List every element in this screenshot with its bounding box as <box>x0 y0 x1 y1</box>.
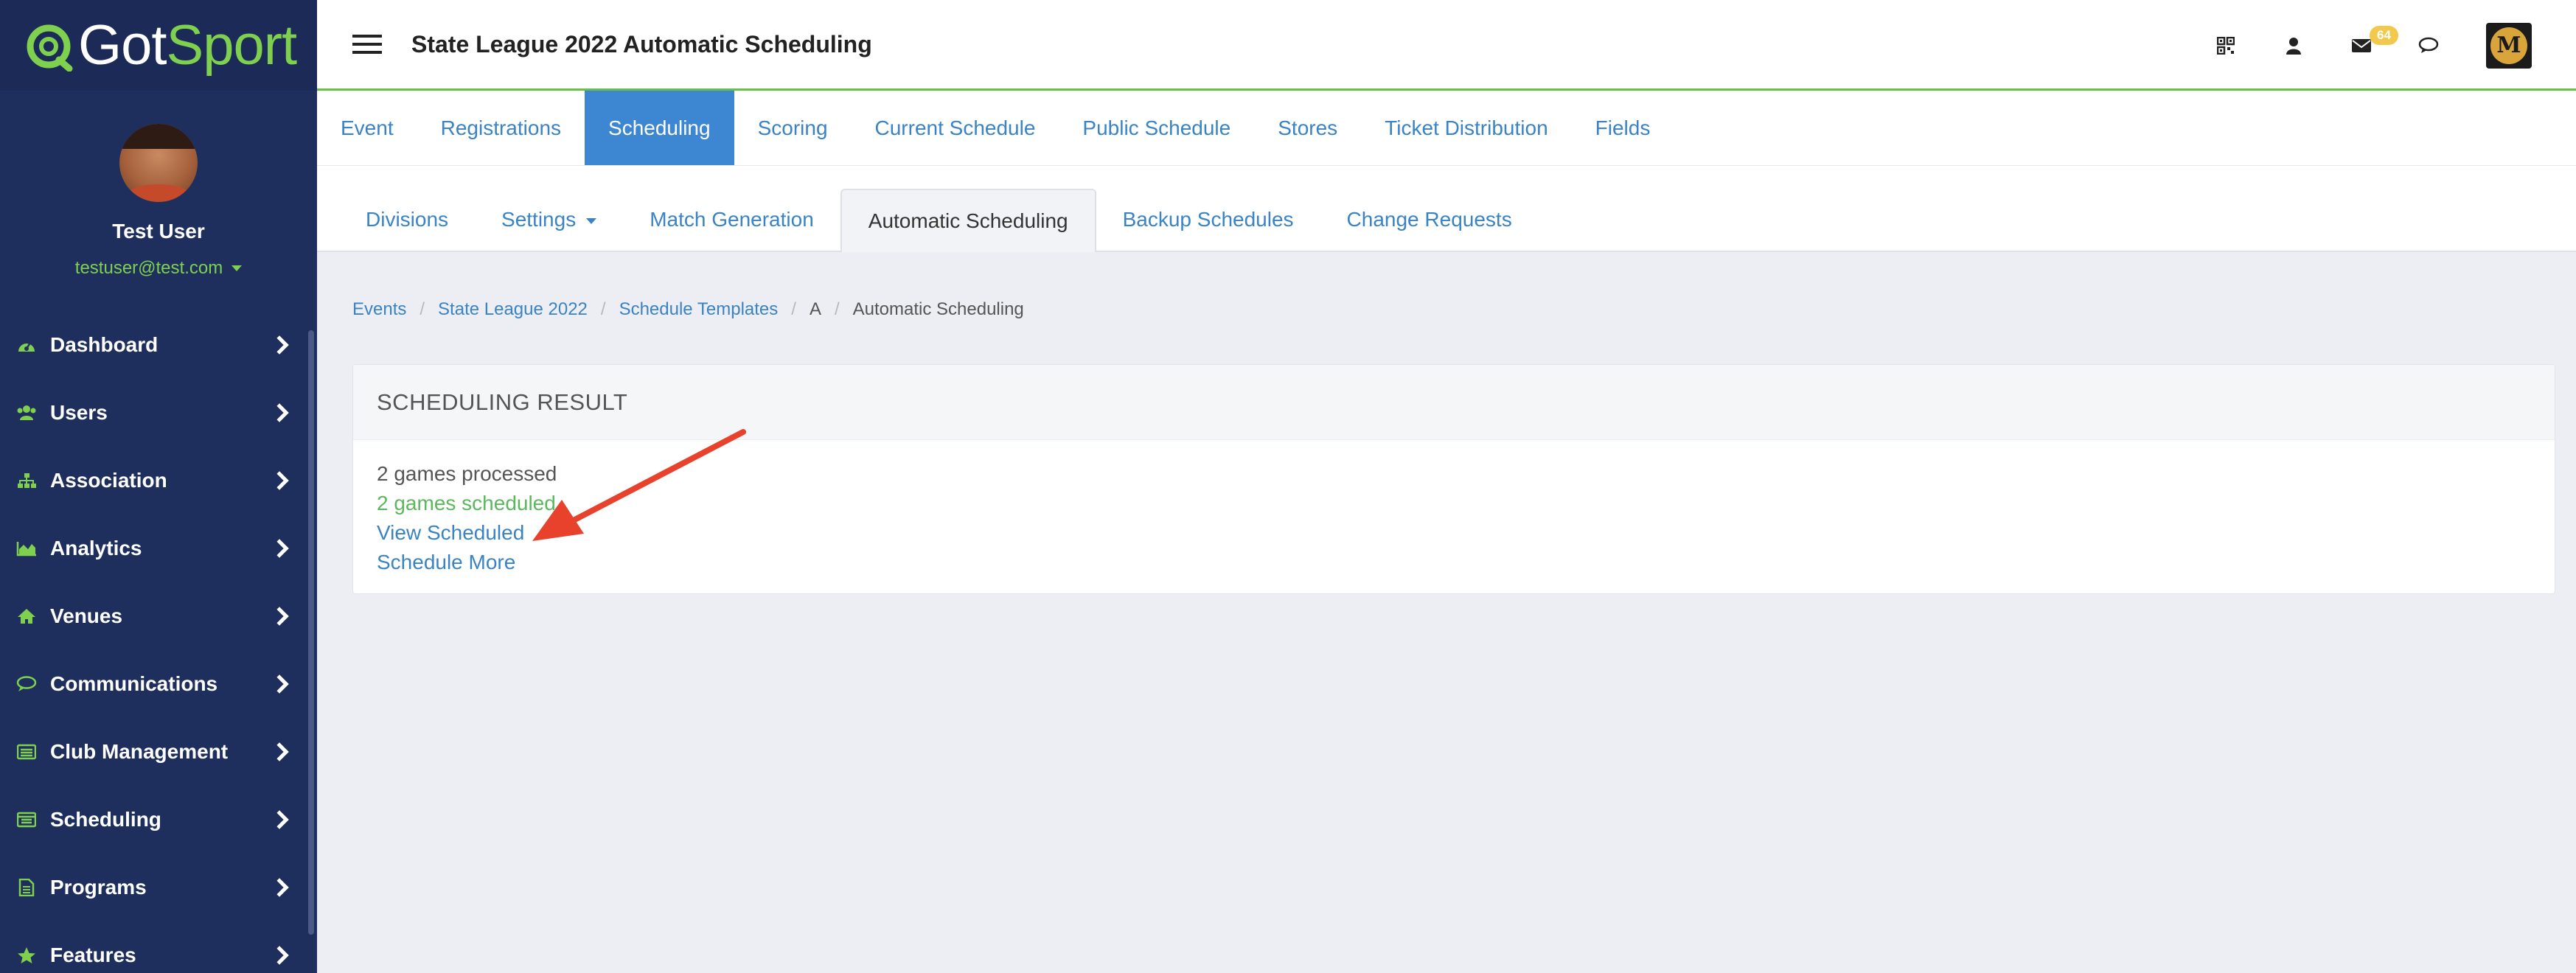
sidebar-item-club-management[interactable]: Club Management <box>0 718 317 786</box>
breadcrumb-separator: / <box>791 299 796 319</box>
chevron-right-icon <box>270 878 289 897</box>
chevron-right-icon <box>270 810 289 829</box>
caret-down-icon <box>232 265 243 271</box>
schedule-more-link[interactable]: Schedule More <box>377 548 2531 577</box>
breadcrumb-template-a: A <box>809 299 821 319</box>
star-icon <box>16 945 37 966</box>
user-icon[interactable] <box>2283 35 2305 57</box>
page-title: State League 2022 Automatic Scheduling <box>411 30 872 57</box>
annotation-arrow-icon <box>532 429 746 541</box>
chevron-right-icon <box>270 607 289 626</box>
sidebar-item-scheduling[interactable]: Scheduling <box>0 786 317 854</box>
sidebar-item-association[interactable]: Association <box>0 447 317 515</box>
sidebar-item-label: Venues <box>50 604 123 627</box>
chevron-right-icon <box>270 471 289 490</box>
breadcrumb: Events / State League 2022 / Schedule Te… <box>352 299 1024 320</box>
tab-fields[interactable]: Fields <box>1572 91 1674 165</box>
top-header: State League 2022 Automatic Scheduling 6… <box>317 0 2576 91</box>
tab-backup-schedules[interactable]: Backup Schedules <box>1096 189 1320 251</box>
sidebar-item-venues[interactable]: Venues <box>0 582 317 650</box>
home-icon <box>16 606 37 627</box>
sidebar-item-label: Features <box>50 944 136 966</box>
users-icon <box>16 402 37 423</box>
tab-public-schedule[interactable]: Public Schedule <box>1059 91 1254 165</box>
sidebar-item-label: Users <box>50 401 108 424</box>
chevron-right-icon <box>270 742 289 761</box>
calendar-list-icon <box>16 809 37 830</box>
tab-event[interactable]: Event <box>317 91 417 165</box>
brand-logo-bar[interactable]: GotSport <box>0 0 317 91</box>
organization-logo[interactable]: M <box>2486 22 2532 69</box>
sidebar-item-label: Communications <box>50 672 218 695</box>
tab-settings[interactable]: Settings <box>475 189 623 251</box>
tab-settings-label: Settings <box>501 208 577 231</box>
header-icons: 64 M <box>2215 0 2532 91</box>
sidebar-item-label: Dashboard <box>50 333 159 356</box>
chevron-right-icon <box>270 403 289 422</box>
breadcrumb-events[interactable]: Events <box>352 299 406 320</box>
chat-bubbles-icon[interactable] <box>2418 35 2440 57</box>
gotsport-logo-icon <box>24 20 75 72</box>
mail-icon[interactable]: 64 <box>2350 25 2398 57</box>
breadcrumb-current: Automatic Scheduling <box>852 299 1024 319</box>
list-icon <box>16 742 37 762</box>
sidebar-item-label: Programs <box>50 876 147 899</box>
area-chart-icon <box>16 538 37 559</box>
secondary-tabs: Divisions Settings Match Generation Auto… <box>317 166 2576 252</box>
tab-ticket-distribution[interactable]: Ticket Distribution <box>1361 91 1571 165</box>
sidebar-item-label: Association <box>50 469 167 492</box>
chevron-right-icon <box>270 335 289 355</box>
chevron-right-icon <box>270 674 289 694</box>
sidebar-item-label: Club Management <box>50 740 229 763</box>
mail-count-badge: 64 <box>2370 25 2398 45</box>
sitemap-icon <box>16 470 37 491</box>
hamburger-menu-icon[interactable] <box>352 35 382 54</box>
tab-automatic-scheduling[interactable]: Automatic Scheduling <box>840 189 1096 252</box>
caret-down-icon <box>586 218 597 224</box>
qr-code-icon[interactable] <box>2215 35 2237 57</box>
breadcrumb-separator: / <box>834 299 840 319</box>
tab-stores[interactable]: Stores <box>1254 91 1361 165</box>
tab-scoring[interactable]: Scoring <box>734 91 852 165</box>
sidebar-item-dashboard[interactable]: Dashboard <box>0 311 317 379</box>
sidebar-item-features[interactable]: Features <box>0 921 317 973</box>
sidebar-item-communications[interactable]: Communications <box>0 650 317 718</box>
user-email-label: testuser@test.com <box>74 258 223 278</box>
primary-tabs: Event Registrations Scheduling Scoring C… <box>317 91 2576 166</box>
chevron-right-icon <box>270 946 289 965</box>
dashboard-icon <box>16 335 37 355</box>
tab-current-schedule[interactable]: Current Schedule <box>852 91 1059 165</box>
sidebar-scrollbar[interactable] <box>308 330 314 935</box>
chevron-right-icon <box>270 539 289 558</box>
user-profile: Test User testuser@test.com <box>0 91 317 279</box>
tab-change-requests[interactable]: Change Requests <box>1320 189 1539 251</box>
sidebar-item-programs[interactable]: Programs <box>0 854 317 921</box>
sidebar-item-label: Scheduling <box>50 808 161 831</box>
brand-logo-text: GotSport <box>78 14 297 77</box>
tab-scheduling[interactable]: Scheduling <box>585 91 734 165</box>
sidebar: GotSport Test User testuser@test.com Das… <box>0 0 317 973</box>
breadcrumb-schedule-templates[interactable]: Schedule Templates <box>619 299 779 320</box>
breadcrumb-separator: / <box>420 299 425 319</box>
chat-icon <box>16 674 37 694</box>
document-icon <box>16 877 37 898</box>
breadcrumb-separator: / <box>600 299 606 319</box>
breadcrumb-state-league[interactable]: State League 2022 <box>438 299 588 320</box>
tab-match-generation[interactable]: Match Generation <box>623 189 840 251</box>
tab-registrations[interactable]: Registrations <box>417 91 585 165</box>
sidebar-item-label: Analytics <box>50 537 142 559</box>
tab-divisions[interactable]: Divisions <box>339 189 475 251</box>
sidebar-nav: Dashboard Users Association Analytics Ve… <box>0 311 317 973</box>
user-email-dropdown[interactable]: testuser@test.com <box>74 258 243 279</box>
sidebar-item-users[interactable]: Users <box>0 379 317 447</box>
sidebar-item-analytics[interactable]: Analytics <box>0 515 317 582</box>
avatar[interactable] <box>119 124 198 202</box>
user-name: Test User <box>112 220 205 243</box>
